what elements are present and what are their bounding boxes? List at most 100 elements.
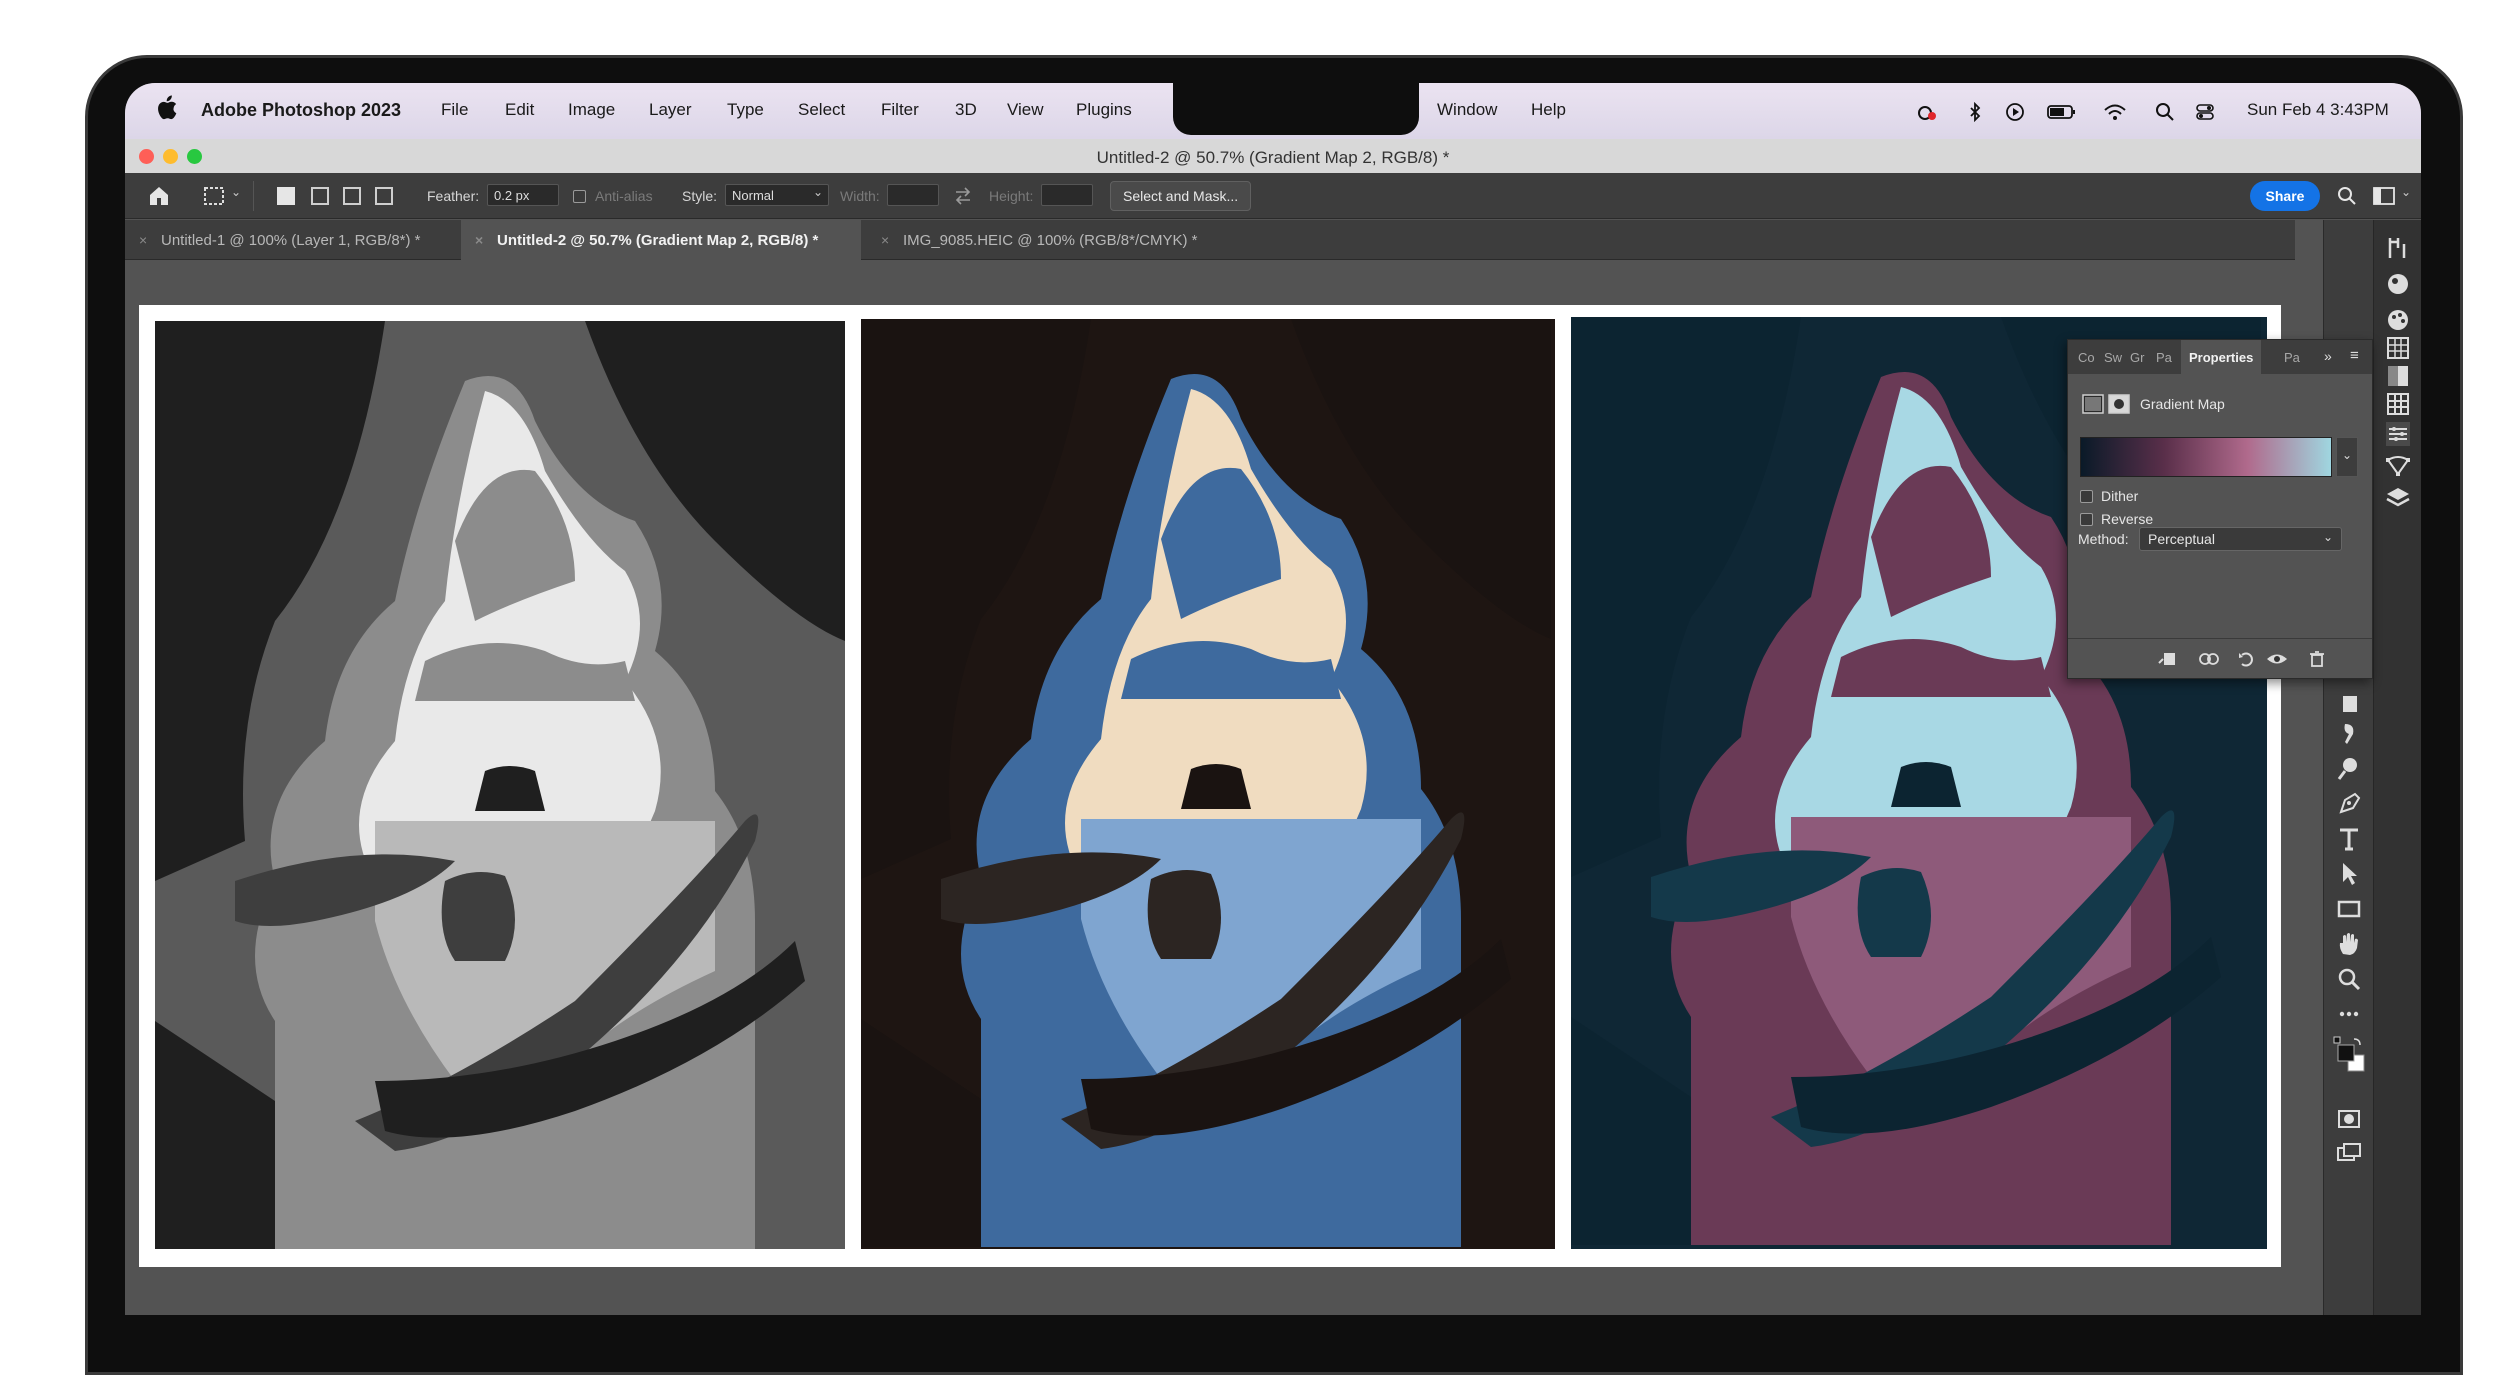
tab-paths[interactable]: Pa [2284, 350, 2300, 365]
tab-swatches[interactable]: Sw [2104, 350, 2122, 365]
foreground-background-color-icon[interactable] [2332, 1035, 2366, 1081]
spotlight-search-icon[interactable] [2155, 102, 2175, 122]
screen: Adobe Photoshop 2023 File Edit Image Lay… [125, 83, 2421, 1315]
menu-type[interactable]: Type [727, 100, 764, 120]
dither-label: Dither [2101, 488, 2139, 504]
tab-patterns[interactable]: Pa [2156, 350, 2172, 365]
visibility-eye-icon[interactable] [2266, 651, 2288, 667]
gradient-preview[interactable] [2080, 437, 2332, 477]
menu-layer[interactable]: Layer [649, 100, 692, 120]
chevron-down-icon: ⌄ [2342, 448, 2353, 462]
select-and-mask-button[interactable]: Select and Mask... [1110, 181, 1252, 211]
home-icon[interactable] [147, 184, 171, 208]
options-bar: ⌄ Feather: 0.2 px Anti-alias Style: Norm… [125, 173, 2421, 219]
clock[interactable]: Sun Feb 4 3:43PM [2247, 100, 2389, 120]
method-value: Perceptual [2148, 531, 2215, 547]
hand-tool-icon[interactable] [2335, 930, 2363, 958]
clip-to-layer-icon[interactable] [2158, 651, 2176, 667]
color-panel-icon[interactable] [2384, 270, 2412, 298]
type-tool-icon[interactable] [2335, 825, 2363, 853]
menu-view[interactable]: View [1007, 100, 1044, 120]
artwork-panel-blue [861, 319, 1555, 1249]
menu-3d[interactable]: 3D [955, 100, 977, 120]
tool-preset-chevron-icon[interactable]: ⌄ [231, 185, 241, 199]
width-input[interactable] [887, 184, 939, 206]
new-selection-icon[interactable] [277, 187, 295, 205]
intersect-selection-icon[interactable] [375, 187, 393, 205]
workspace-chevron-icon[interactable]: ⌄ [2401, 185, 2411, 199]
menu-select[interactable]: Select [798, 100, 845, 120]
screen-mode-icon[interactable] [2335, 1140, 2363, 1168]
grid-panel-icon[interactable] [2384, 334, 2412, 362]
method-select[interactable]: Perceptual ⌄ [2139, 527, 2342, 551]
rectangular-marquee-icon[interactable] [203, 186, 225, 206]
tab-untitled-2[interactable]: × Untitled-2 @ 50.7% (Gradient Map 2, RG… [461, 220, 861, 260]
add-to-selection-icon[interactable] [311, 187, 329, 205]
dither-checkbox[interactable] [2080, 490, 2093, 503]
share-button[interactable]: Share [2250, 181, 2320, 211]
apple-icon[interactable] [155, 95, 177, 121]
app-name[interactable]: Adobe Photoshop 2023 [201, 100, 401, 121]
document-tabs: × Untitled-1 @ 100% (Layer 1, RGB/8*) * … [125, 220, 2295, 260]
panel-menu-icon[interactable]: ≡ [2350, 347, 2359, 364]
menu-filter[interactable]: Filter [881, 100, 919, 120]
swatches-panel-icon[interactable] [2384, 306, 2412, 334]
layer-mask-icon[interactable] [2108, 394, 2130, 414]
wifi-icon[interactable] [2103, 102, 2127, 122]
creative-cloud-icon[interactable] [1917, 102, 1937, 122]
anti-alias-label: Anti-alias [595, 188, 653, 204]
zoom-tool-icon[interactable] [2335, 965, 2363, 993]
reverse-label: Reverse [2101, 511, 2154, 527]
smudge-tool-icon[interactable] [2335, 720, 2363, 748]
menu-image[interactable]: Image [568, 100, 615, 120]
view-previous-state-icon[interactable] [2198, 651, 2220, 667]
control-center-icon[interactable] [2195, 102, 2215, 122]
pen-tool-icon[interactable] [2335, 790, 2363, 818]
chevron-down-icon: ⌄ [2322, 530, 2333, 544]
gradient-picker-dropdown[interactable]: ⌄ [2336, 437, 2358, 477]
dodge-tool-icon[interactable] [2335, 755, 2363, 783]
adjustments-panel-icon[interactable] [2384, 420, 2412, 448]
menu-plugins[interactable]: Plugins [1076, 100, 1132, 120]
feather-input[interactable]: 0.2 px [487, 184, 559, 206]
tab-properties[interactable]: Properties [2181, 340, 2262, 374]
canvas-artboard[interactable] [139, 305, 2281, 1267]
rectangle-tool-icon[interactable] [2335, 895, 2363, 923]
workspace-icon[interactable] [2373, 187, 2395, 205]
menu-help[interactable]: Help [1531, 100, 1566, 120]
layers-panel-icon[interactable] [2384, 484, 2412, 512]
close-tab-icon[interactable]: × [475, 232, 483, 248]
tab-img-9085[interactable]: × IMG_9085.HEIC @ 100% (RGB/8*/CMYK) * [867, 220, 1267, 260]
tab-untitled-1[interactable]: × Untitled-1 @ 100% (Layer 1, RGB/8*) * [125, 220, 455, 260]
menu-file[interactable]: File [441, 100, 468, 120]
camera-notch [1173, 83, 1419, 135]
menu-edit[interactable]: Edit [505, 100, 534, 120]
swap-icon[interactable] [953, 187, 973, 205]
battery-icon[interactable] [2047, 102, 2077, 122]
reset-icon[interactable] [2238, 651, 2256, 667]
more-tools-icon[interactable] [2335, 1000, 2363, 1028]
tab-label: IMG_9085.HEIC @ 100% (RGB/8*/CMYK) * [903, 232, 1198, 249]
close-tab-icon[interactable]: × [881, 232, 889, 248]
play-circle-icon[interactable] [2005, 102, 2025, 122]
quick-mask-icon[interactable] [2335, 1105, 2363, 1133]
height-input[interactable] [1041, 184, 1093, 206]
anti-alias-checkbox[interactable] [573, 190, 586, 203]
paths-panel-icon[interactable] [2384, 452, 2412, 480]
tab-gradients[interactable]: Gr [2130, 350, 2144, 365]
path-selection-tool-icon[interactable] [2335, 860, 2363, 888]
patterns-panel-icon[interactable] [2384, 390, 2412, 418]
bluetooth-icon[interactable] [1965, 102, 1985, 122]
history-panel-icon[interactable] [2384, 234, 2412, 262]
search-icon[interactable] [2337, 186, 2357, 206]
collapse-panel-icon[interactable]: » [2324, 348, 2332, 364]
artwork [155, 317, 2267, 1249]
tab-color[interactable]: Co [2078, 350, 2095, 365]
delete-trash-icon[interactable] [2308, 651, 2326, 667]
gradients-panel-icon[interactable] [2384, 362, 2412, 390]
reverse-checkbox[interactable] [2080, 513, 2093, 526]
menu-window[interactable]: Window [1437, 100, 1497, 120]
eraser-tool-icon[interactable] [2335, 690, 2363, 718]
close-tab-icon[interactable]: × [139, 232, 147, 248]
subtract-from-selection-icon[interactable] [343, 187, 361, 205]
